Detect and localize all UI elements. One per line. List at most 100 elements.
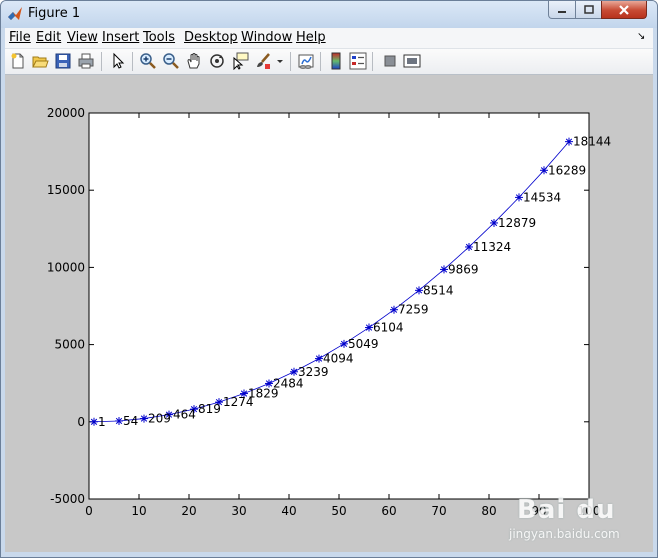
y-tick-label: 20000 bbox=[47, 106, 85, 120]
menu-bar: File Edit View Insert Tools Desktop Wind… bbox=[5, 28, 653, 49]
data-cursor-button[interactable] bbox=[231, 52, 249, 70]
menu-help-label: Help bbox=[296, 30, 326, 45]
menu-view-label: View bbox=[67, 30, 98, 45]
data-point-label: 464 bbox=[173, 408, 196, 422]
data-point-label: 3239 bbox=[298, 365, 329, 379]
close-icon bbox=[619, 4, 629, 15]
pan-icon bbox=[187, 53, 200, 69]
data-point-label: 18144 bbox=[573, 135, 611, 149]
link-plot-button[interactable] bbox=[297, 52, 315, 70]
data-point-label: 54 bbox=[123, 414, 138, 428]
edit-plot-button[interactable] bbox=[109, 52, 127, 70]
new-figure-icon bbox=[11, 53, 24, 69]
zoom-in-icon bbox=[140, 53, 156, 69]
data-point-label: 9869 bbox=[448, 262, 479, 276]
toolbar-separator bbox=[372, 52, 373, 71]
rotate-3d-button[interactable] bbox=[208, 52, 226, 70]
y-tick-label: 15000 bbox=[47, 183, 85, 197]
data-point-label: 12879 bbox=[498, 216, 536, 230]
hide-plot-tools-button[interactable] bbox=[381, 52, 399, 70]
data-point-marker[interactable] bbox=[140, 414, 148, 423]
data-point-label: 4094 bbox=[323, 352, 354, 366]
data-point-marker[interactable] bbox=[340, 339, 348, 348]
brush-button[interactable] bbox=[254, 52, 272, 70]
x-tick-label: 20 bbox=[181, 504, 196, 518]
menu-insert[interactable]: Insert bbox=[102, 30, 139, 45]
menu-help[interactable]: Help bbox=[296, 30, 326, 45]
title-bar[interactable]: Figure 1 bbox=[1, 1, 657, 28]
menu-view[interactable]: View bbox=[67, 30, 98, 45]
new-figure-button[interactable] bbox=[9, 52, 27, 70]
data-cursor-icon bbox=[233, 52, 249, 70]
menu-file-label: File bbox=[9, 30, 31, 45]
menu-insert-label: Insert bbox=[102, 30, 140, 45]
x-tick-label: 80 bbox=[481, 504, 496, 518]
toolbar-separator bbox=[290, 52, 291, 71]
show-plot-tools-button[interactable] bbox=[403, 52, 421, 70]
save-button[interactable] bbox=[54, 52, 72, 70]
y-tick-label: 0 bbox=[77, 415, 85, 429]
data-point-marker[interactable] bbox=[290, 367, 298, 376]
edit-plot-icon bbox=[113, 52, 125, 69]
dock-arrow-icon[interactable]: ↘ bbox=[637, 31, 645, 42]
axes-background[interactable] bbox=[88, 112, 590, 500]
pan-button[interactable] bbox=[185, 52, 203, 70]
colorbar-icon bbox=[331, 52, 341, 70]
zoom-in-button[interactable] bbox=[139, 52, 157, 70]
data-point-marker[interactable] bbox=[490, 218, 498, 227]
menu-tools-label: Tools bbox=[143, 30, 176, 45]
data-point-marker[interactable] bbox=[90, 417, 98, 426]
menu-window-label: Window bbox=[241, 30, 293, 45]
toolbar-separator bbox=[132, 52, 133, 71]
data-point-marker[interactable] bbox=[440, 265, 448, 274]
x-tick-label: 30 bbox=[231, 504, 246, 518]
x-tick-label: 70 bbox=[431, 504, 446, 518]
data-point-marker[interactable] bbox=[390, 305, 398, 314]
data-point-label: 819 bbox=[198, 402, 221, 416]
figure-toolbar bbox=[5, 49, 653, 75]
watermark-subtext: jingyan.baidu.com bbox=[509, 527, 620, 541]
data-point-marker[interactable] bbox=[115, 416, 123, 425]
open-file-button[interactable] bbox=[31, 52, 49, 70]
zoom-out-button[interactable] bbox=[162, 52, 180, 70]
menu-desktop-label: Desktop bbox=[184, 30, 238, 45]
menu-file[interactable]: File bbox=[9, 30, 31, 45]
colorbar-button[interactable] bbox=[327, 52, 345, 70]
data-point-marker[interactable] bbox=[415, 286, 423, 295]
legend-button[interactable] bbox=[349, 52, 367, 70]
watermark-text: Bai du bbox=[517, 495, 616, 525]
line-plot[interactable]: -500005000100001500020000 0 10 20 30 40 50 60 7… bbox=[5, 75, 653, 552]
hide-plot-tools-icon bbox=[384, 55, 396, 67]
x-tick-label: 0 bbox=[85, 504, 93, 518]
matlab-icon bbox=[8, 7, 22, 20]
data-point-label: 5049 bbox=[348, 337, 379, 351]
brush-dropdown-icon bbox=[277, 60, 283, 63]
y-tick-label: -5000 bbox=[50, 492, 85, 506]
open-file-icon bbox=[32, 56, 49, 68]
brush-dropdown-button[interactable] bbox=[275, 52, 285, 70]
maximize-icon bbox=[583, 5, 594, 14]
data-point-marker[interactable] bbox=[315, 354, 323, 363]
show-plot-tools-icon bbox=[403, 54, 421, 68]
menu-tools[interactable]: Tools bbox=[143, 30, 175, 45]
menu-desktop[interactable]: Desktop bbox=[184, 30, 238, 45]
menu-edit[interactable]: Edit bbox=[36, 30, 61, 45]
print-button[interactable] bbox=[77, 52, 95, 70]
data-point-label: 1 bbox=[98, 415, 106, 429]
rotate-3d-icon bbox=[210, 54, 224, 68]
close-button[interactable] bbox=[601, 1, 647, 19]
data-point-label: 14534 bbox=[523, 190, 561, 204]
figure-window: Figure 1 File Edit View Insert Tools Des… bbox=[0, 0, 658, 558]
toolbar-separator bbox=[320, 52, 321, 71]
maximize-button[interactable] bbox=[575, 1, 602, 19]
data-point-label: 16289 bbox=[548, 163, 586, 177]
minimize-button[interactable] bbox=[548, 1, 576, 19]
brush-icon bbox=[257, 53, 270, 69]
data-point-label: 11324 bbox=[473, 240, 511, 254]
figure-canvas[interactable]: -5000 0 5000 10000 15000 20000 0 10 20 30 40 50 60 7… bbox=[5, 75, 653, 552]
menu-edit-label: Edit bbox=[36, 30, 62, 45]
menu-window[interactable]: Window bbox=[241, 30, 292, 45]
minimize-icon bbox=[558, 10, 566, 13]
x-tick-label: 10 bbox=[131, 504, 146, 518]
data-point-marker[interactable] bbox=[465, 242, 473, 251]
